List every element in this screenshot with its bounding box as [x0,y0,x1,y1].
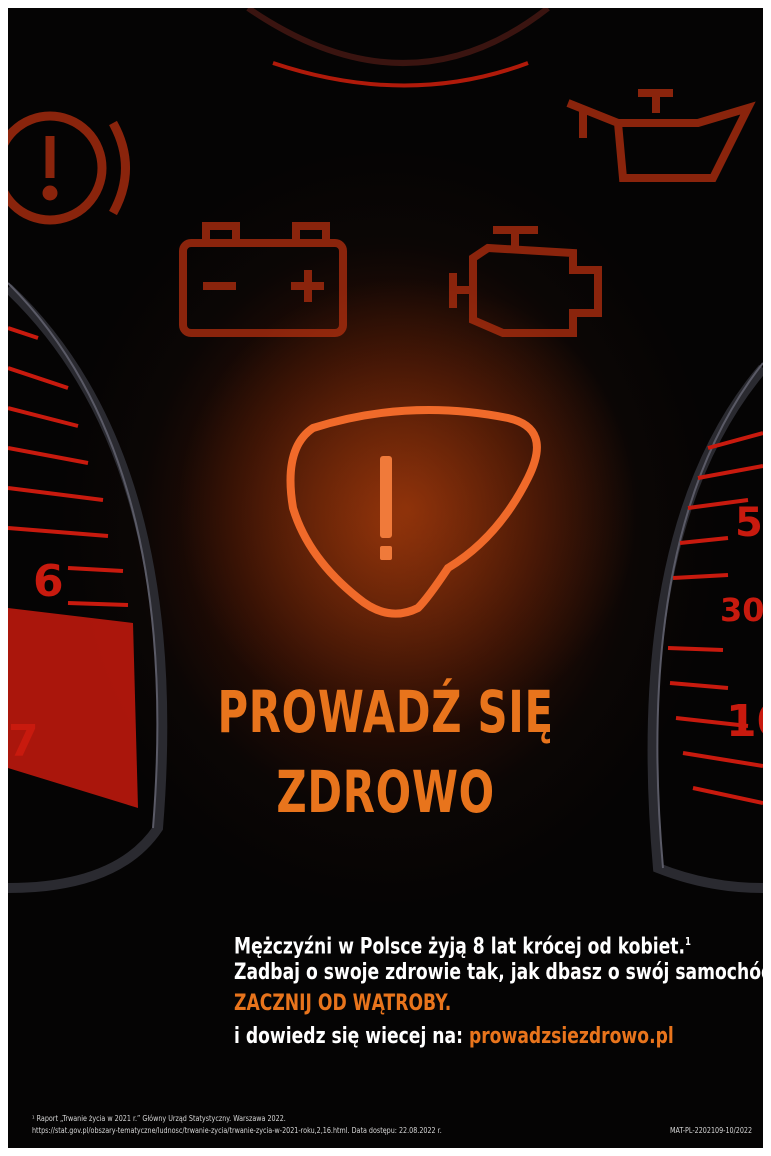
gauge-number-30: 30 [720,591,763,629]
body-line-3: ZACZNIJ OD WĄTROBY. [234,991,452,1016]
website-link[interactable]: prowadzsiezdrowo.pl [469,1024,674,1049]
top-gauge-rim [246,8,550,66]
footnote-line-2: https://stat.gov.pl/obszary-tematyczne/l… [32,1126,442,1135]
headline-line-2: ZDROWO [276,758,495,826]
body-line-4: i dowiedz się wiecej na: prowadzsiezdrow… [234,1021,674,1052]
liver-glow [178,278,638,738]
footnote-marker: 1 [684,935,691,948]
material-code: MAT-PL-2202109-10/2022 [670,1126,753,1135]
headline-line-1: PROWADŹ SIĘ [217,678,554,746]
body-line-2: Zadbaj o swoje zdrowie tak, jak dbasz o … [234,960,763,985]
gauge-number-10: 10 [726,696,763,747]
oil-can-icon [566,89,756,182]
gauge-number-6: 6 [33,556,64,607]
poster: 6 7 5 30 10 [8,8,763,1148]
gauge-number-5: 5 [735,500,763,546]
brake-warning-icon [8,111,130,225]
top-gauge-arc [272,61,529,88]
gauge-number-7: 7 [8,716,39,767]
footnote-line-1: ¹ Raport „Trwanie życia w 2021 r.” Główn… [32,1114,286,1123]
body-line-4-prefix: i dowiedz się wiecej na: [234,1024,463,1049]
body-line-1-text: Mężczyźni w Polsce żyją 8 lat krócej od … [234,934,685,960]
